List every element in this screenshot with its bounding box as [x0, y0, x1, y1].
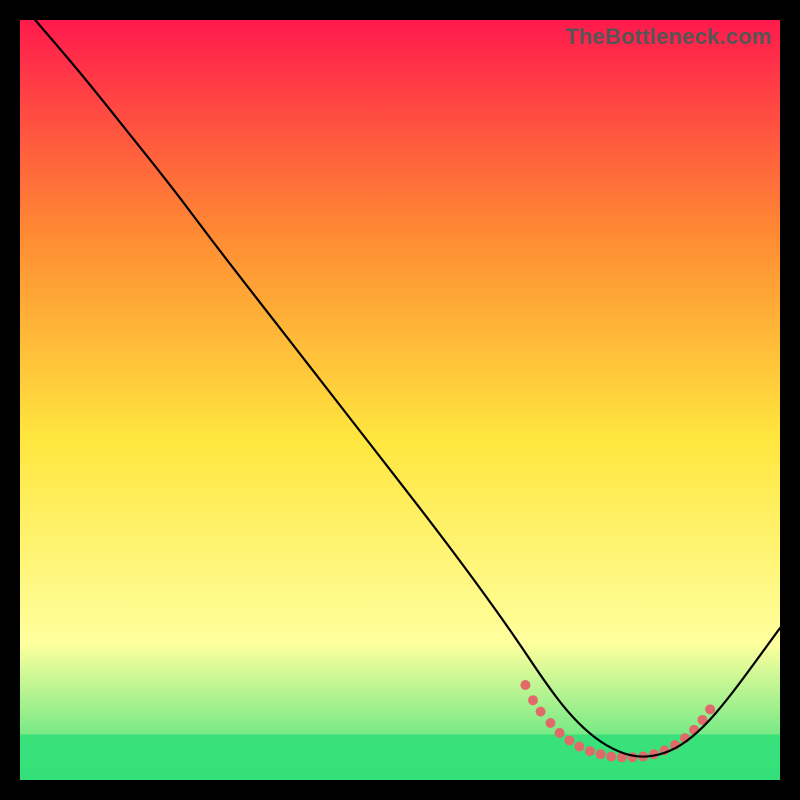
dot	[545, 718, 555, 728]
dot	[520, 680, 530, 690]
chart-frame: TheBottleneck.com	[20, 20, 780, 780]
dot	[536, 707, 546, 717]
dot	[574, 742, 584, 752]
watermark-text: TheBottleneck.com	[566, 24, 772, 50]
gradient-background	[20, 20, 780, 780]
bottleneck-chart	[20, 20, 780, 780]
dot	[585, 746, 595, 756]
dot	[564, 735, 574, 745]
optimal-green-band	[20, 734, 780, 780]
dot	[705, 704, 715, 714]
dot	[528, 695, 538, 705]
dot	[555, 728, 565, 738]
dot	[606, 751, 616, 761]
dot	[596, 749, 606, 759]
